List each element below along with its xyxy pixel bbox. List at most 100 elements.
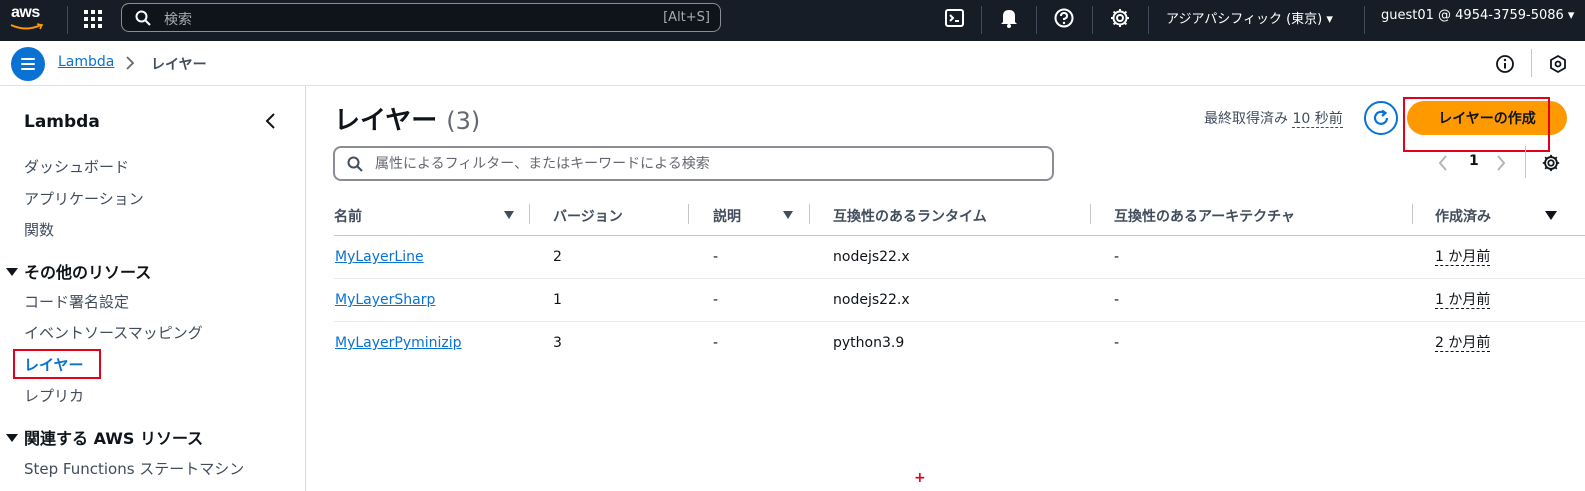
refresh-button[interactable] xyxy=(1364,101,1398,135)
region-selector[interactable]: アジアパシフィック (東京) ▾ xyxy=(1166,8,1333,27)
notifications-bell-icon[interactable] xyxy=(998,7,1022,31)
aws-logo[interactable]: aws xyxy=(10,4,50,34)
column-header-runtime[interactable]: 互換性のあるランタイム xyxy=(833,206,987,226)
layer-runtime: nodejs22.x xyxy=(833,249,910,265)
aws-logo-text: aws xyxy=(11,4,40,21)
column-divider xyxy=(1090,204,1091,224)
aws-smile-icon xyxy=(10,23,44,30)
last-fetch-label: 最終取得済み xyxy=(1204,111,1288,127)
highlight-box xyxy=(13,349,101,379)
main-content: レイヤー (3) 最終取得済み 10 秒前 レイヤーの作成 1 xyxy=(307,86,1585,491)
layer-runtime: nodejs22.x xyxy=(833,292,910,308)
filter-search-box[interactable] xyxy=(333,146,1054,181)
nav-divider xyxy=(67,6,68,34)
page-title: レイヤー (3) xyxy=(334,100,480,137)
sort-descending-icon[interactable] xyxy=(1545,211,1557,220)
nav-divider xyxy=(1364,6,1365,34)
last-fetch-value: 10 秒前 xyxy=(1292,111,1343,128)
page-title-text: レイヤー xyxy=(334,106,438,136)
sort-caret-icon[interactable] xyxy=(504,211,514,219)
column-header-description[interactable]: 説明 xyxy=(713,206,741,226)
sidebar-item-applications[interactable]: アプリケーション xyxy=(24,188,144,209)
table-preferences-gear-icon[interactable] xyxy=(1541,153,1561,173)
cursor-crosshair-icon: + xyxy=(914,470,926,486)
column-header-created[interactable]: 作成済み xyxy=(1435,206,1491,226)
layer-created: 1 か月前 xyxy=(1435,249,1491,266)
hexagon-icon[interactable] xyxy=(1548,54,1568,74)
settings-gear-icon[interactable] xyxy=(1109,7,1133,31)
sidebar-item-functions[interactable]: 関数 xyxy=(24,219,54,240)
layer-runtime: python3.9 xyxy=(833,335,905,351)
crumb-divider xyxy=(1531,49,1532,77)
search-placeholder: 検索 xyxy=(164,12,192,28)
column-header-architecture[interactable]: 互換性のあるアーキテクチャ xyxy=(1114,206,1295,226)
sidebar-item-replicas[interactable]: レプリカ xyxy=(24,385,84,406)
layer-version: 1 xyxy=(553,292,562,308)
layer-created: 2 か月前 xyxy=(1435,335,1491,352)
breadcrumb-bar: Lambda レイヤー xyxy=(0,41,1585,86)
column-divider xyxy=(809,204,810,224)
refresh-icon xyxy=(1373,109,1389,125)
nav-divider xyxy=(1036,6,1037,34)
sidebar-item-event-source-mappings[interactable]: イベントソースマッピング xyxy=(24,322,203,343)
layer-version: 2 xyxy=(553,249,562,265)
layers-table: 名前 バージョン 説明 互換性のあるランタイム 互換性のあるアーキテクチャ 作成… xyxy=(334,196,1585,365)
caret-down-icon xyxy=(6,433,18,442)
breadcrumb-current: レイヤー xyxy=(151,57,207,73)
breadcrumb-lambda-link[interactable]: Lambda xyxy=(58,54,114,70)
services-grid-icon[interactable] xyxy=(83,9,103,29)
layer-name-link[interactable]: MyLayerSharp xyxy=(335,292,435,308)
collapse-sidebar-icon[interactable] xyxy=(264,112,278,130)
layer-description: - xyxy=(713,292,719,308)
layer-version: 3 xyxy=(553,335,562,351)
nav-divider xyxy=(1092,6,1093,34)
pager-divider xyxy=(1525,146,1526,178)
table-header-row: 名前 バージョン 説明 互換性のあるランタイム 互換性のあるアーキテクチャ 作成… xyxy=(334,196,1585,236)
column-divider xyxy=(1412,204,1413,224)
info-icon[interactable] xyxy=(1495,54,1515,74)
layer-name-link[interactable]: MyLayerLine xyxy=(335,249,424,265)
sidebar-section-other-resources[interactable]: その他のリソース xyxy=(6,259,151,283)
sidebar-item-code-signing[interactable]: コード署名設定 xyxy=(24,291,129,312)
side-menu-toggle-button[interactable] xyxy=(11,47,45,81)
next-page-icon[interactable] xyxy=(1495,154,1507,172)
caret-down-icon xyxy=(6,267,18,276)
table-row: MyLayerPyminizip 3 - python3.9 - 2 か月前 xyxy=(334,322,1585,365)
sidebar-section-related-aws-resources[interactable]: 関連する AWS リソース xyxy=(6,425,203,449)
top-navigation: aws 検索 [Alt+S] アジアパシフィック (東京) ▾ guest01 … xyxy=(0,0,1585,41)
sidebar-item-dashboard[interactable]: ダッシュボード xyxy=(24,156,129,177)
table-row: MyLayerLine 2 - nodejs22.x - 1 か月前 xyxy=(334,236,1585,279)
table-row: MyLayerSharp 1 - nodejs22.x - 1 か月前 xyxy=(334,279,1585,322)
nav-divider xyxy=(981,6,982,34)
filter-input[interactable] xyxy=(375,152,1035,176)
layer-architecture: - xyxy=(1114,335,1120,351)
current-page-number[interactable]: 1 xyxy=(1469,153,1479,169)
previous-page-icon[interactable] xyxy=(1437,154,1449,172)
column-divider xyxy=(529,204,530,224)
layer-count: (3) xyxy=(446,107,481,135)
highlight-box xyxy=(1403,97,1550,152)
cloudshell-icon[interactable] xyxy=(944,7,968,31)
search-shortcut: [Alt+S] xyxy=(663,10,710,25)
column-header-version[interactable]: バージョン xyxy=(553,206,623,226)
help-icon[interactable] xyxy=(1053,7,1077,31)
layer-architecture: - xyxy=(1114,249,1120,265)
sort-caret-icon[interactable] xyxy=(783,211,793,219)
layer-name-link[interactable]: MyLayerPyminizip xyxy=(335,335,462,351)
search-icon xyxy=(135,10,151,26)
column-divider xyxy=(688,204,689,224)
side-navigation: Lambda ダッシュボード アプリケーション 関数 その他のリソース コード署… xyxy=(0,86,306,491)
last-fetched-status: 最終取得済み 10 秒前 xyxy=(1204,108,1343,128)
search-icon xyxy=(347,156,363,172)
sidebar-item-step-functions[interactable]: Step Functions ステートマシン xyxy=(24,458,244,479)
layer-description: - xyxy=(713,335,719,351)
nav-divider xyxy=(1148,6,1149,34)
global-search-input[interactable]: 検索 [Alt+S] xyxy=(121,3,721,32)
chevron-right-icon xyxy=(126,56,135,70)
layer-created: 1 か月前 xyxy=(1435,292,1491,309)
layer-architecture: - xyxy=(1114,292,1120,308)
section-label: その他のリソース xyxy=(24,263,152,282)
sidebar-title[interactable]: Lambda xyxy=(24,112,100,132)
account-menu[interactable]: guest01 @ 4954-3759-5086 ▾ xyxy=(1381,8,1574,23)
column-header-name[interactable]: 名前 xyxy=(334,206,362,226)
